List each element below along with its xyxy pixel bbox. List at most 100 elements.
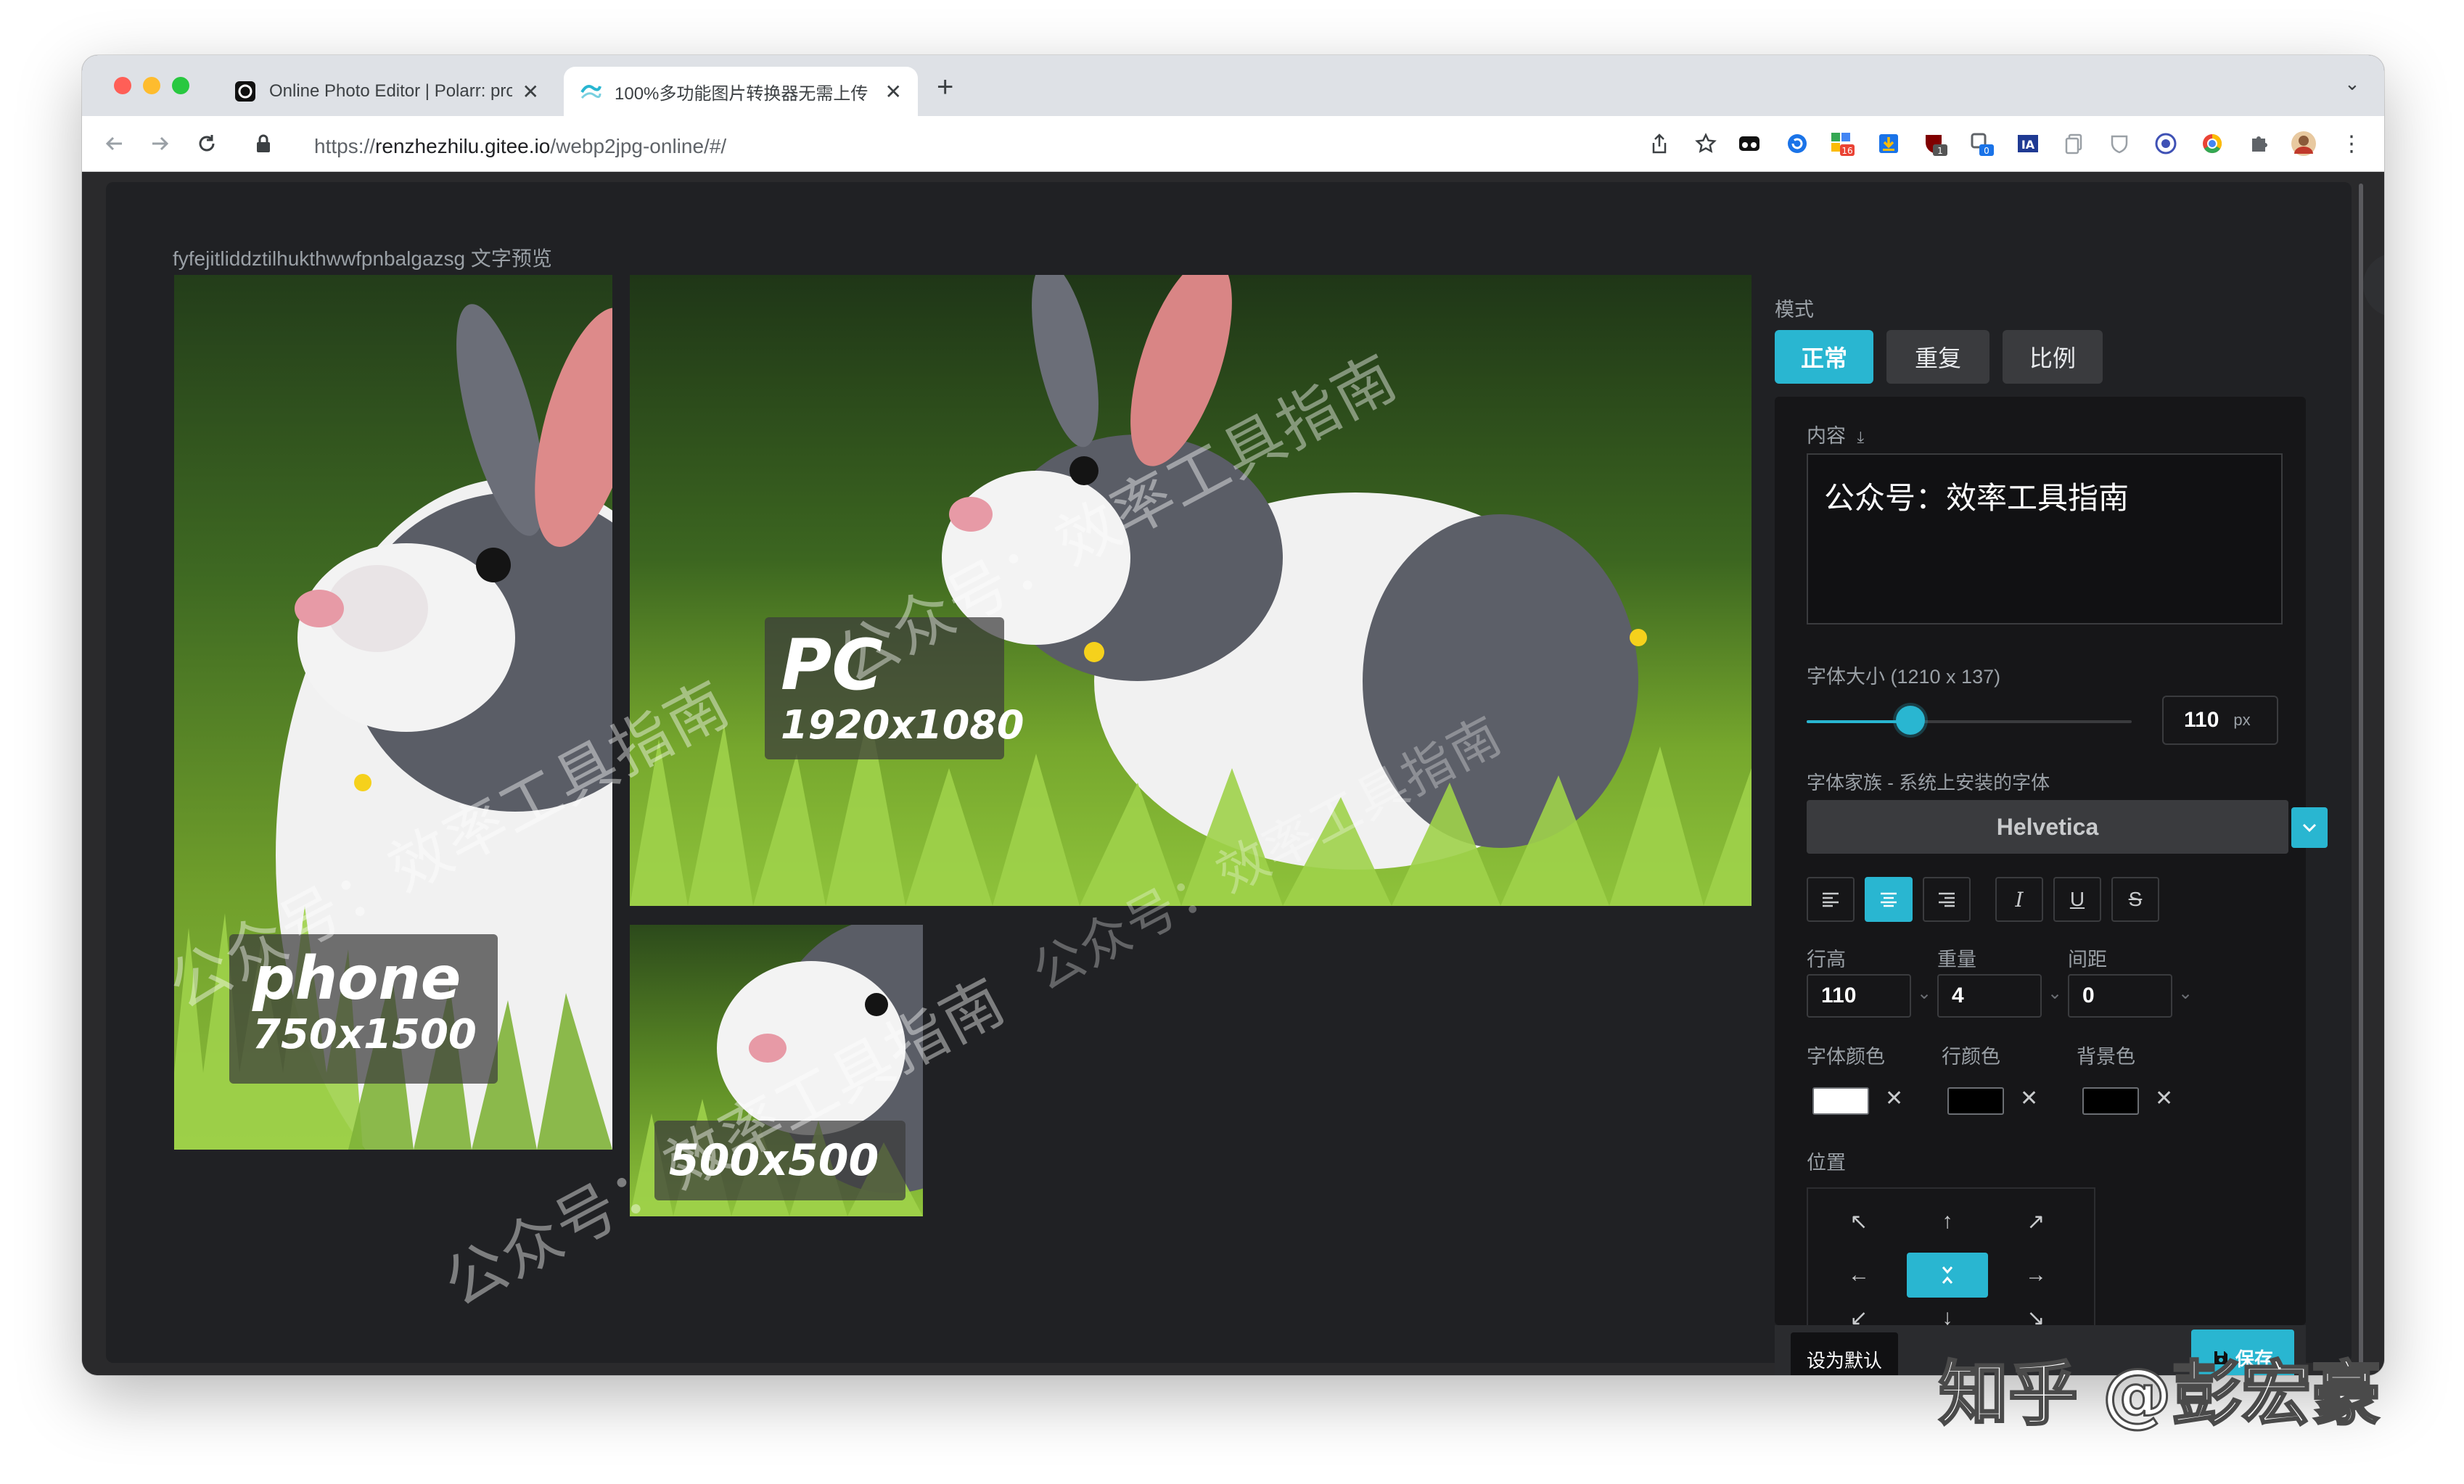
tag-name: PC: [781, 624, 883, 706]
tab-converter[interactable]: 100%多功能图片转换器无需上传 ✕: [564, 67, 918, 116]
address-bar[interactable]: https://renzhezhilu.gitee.io/webp2jpg-on…: [314, 135, 726, 158]
pc-preview-image: [630, 275, 1752, 906]
content-label-text: 内容: [1807, 425, 1846, 447]
tab-title: Online Photo Editor | Polarr: pro: [269, 81, 512, 101]
align-left-icon: [1823, 892, 1839, 907]
content-label: 内容 ⤓: [1807, 420, 1864, 448]
page-content: fyfejitliddztilhukthwwfpnbalgazsg 文字预览 p…: [82, 172, 2384, 1375]
site-watermark: 知乎 @彭宏豪: [1937, 1353, 2381, 1436]
ublock-extension-icon[interactable]: 1: [1922, 131, 1948, 157]
font-color-swatch[interactable]: [1812, 1087, 1869, 1115]
bookmark-star-icon[interactable]: [1688, 126, 1723, 161]
avatar[interactable]: [2291, 131, 2317, 157]
align-left-button[interactable]: [1807, 877, 1855, 922]
shield-extension-icon[interactable]: [2106, 131, 2132, 157]
close-modal-button[interactable]: [2363, 253, 2384, 317]
line-color-swatch[interactable]: [1947, 1087, 2004, 1115]
content-textarea[interactable]: 公众号：效率工具指南: [1807, 453, 2283, 624]
align-center-icon: [1881, 892, 1897, 907]
weight-label: 重量: [1937, 949, 1976, 970]
font-size-input[interactable]: 110 px: [2162, 696, 2278, 745]
browser-window: Online Photo Editor | Polarr: pro ✕ 100%…: [82, 55, 2384, 1375]
clipboard-extension-icon[interactable]: 0: [1968, 131, 1995, 157]
set-default-button[interactable]: 设为默认: [1791, 1332, 1898, 1375]
scrollbar[interactable]: [2359, 184, 2363, 1373]
arrow-up-right-icon[interactable]: ↗: [1995, 1199, 2077, 1244]
chevron-down-icon[interactable]: [2291, 807, 2328, 848]
arrow-up-icon[interactable]: ↑: [1907, 1199, 1988, 1244]
tab-title: 100%多功能图片转换器无需上传: [615, 83, 868, 104]
chevron-down-icon[interactable]: ⌄: [1917, 983, 1931, 1004]
lock-icon[interactable]: [246, 126, 281, 161]
clear-color-icon[interactable]: ✕: [1885, 1086, 1903, 1111]
strikethrough-button[interactable]: S: [2111, 877, 2159, 922]
font-size-label: 字体大小 (1210 x 137): [1807, 666, 2001, 688]
extension-badge: 0: [1984, 146, 1989, 156]
chevron-down-icon[interactable]: ⌄: [2178, 983, 2193, 1004]
align-right-button[interactable]: [1923, 877, 1971, 922]
url-path: /webp2jpg-online/#/: [550, 135, 727, 157]
position-label: 位置: [1807, 1152, 1846, 1174]
center-position-icon[interactable]: [1907, 1253, 1988, 1298]
font-size-slider[interactable]: [1807, 720, 2132, 723]
tag-name: phone: [252, 944, 461, 1013]
new-tab-icon[interactable]: +: [937, 71, 953, 104]
extension-badge: 1: [1937, 146, 1943, 156]
font-color-label: 字体颜色: [1807, 1046, 1885, 1068]
spacing-label: 间距: [2068, 949, 2107, 970]
font-family-select[interactable]: Helvetica: [1807, 800, 2288, 854]
clear-color-icon[interactable]: ✕: [2020, 1086, 2038, 1111]
chevron-down-icon[interactable]: ⌄: [2048, 983, 2062, 1004]
share-icon[interactable]: [1642, 126, 1677, 161]
converter-logo-icon: [580, 81, 601, 102]
url-scheme: https://: [314, 135, 376, 157]
bg-color-swatch[interactable]: [2082, 1087, 2139, 1115]
font-size-unit: px: [2233, 711, 2251, 729]
polarr-logo-icon: [234, 81, 256, 102]
color-extension-icon[interactable]: [2199, 131, 2225, 157]
close-icon: [2383, 273, 2384, 297]
download-extension-icon[interactable]: [1876, 131, 1902, 157]
tab-search-chevron-icon[interactable]: ⌄: [2344, 73, 2360, 95]
refresh-extension-icon[interactable]: [1784, 131, 1810, 157]
phone-size-tag: phone 750x1500: [229, 934, 498, 1084]
align-center-button[interactable]: [1865, 877, 1913, 922]
glasses-extension-icon[interactable]: [1736, 131, 1762, 157]
back-arrow-icon[interactable]: [96, 126, 131, 161]
kebab-menu-icon[interactable]: ⋮: [2338, 131, 2365, 157]
line-height-label: 行高: [1807, 949, 1846, 970]
puzzle-extensions-icon[interactable]: [2246, 131, 2272, 157]
clear-color-icon[interactable]: ✕: [2155, 1086, 2173, 1111]
ia-extension-icon[interactable]: IA: [2015, 131, 2041, 157]
tab-strip: Online Photo Editor | Polarr: pro ✕ 100%…: [82, 55, 2384, 116]
underline-button[interactable]: U: [2053, 877, 2101, 922]
mode-repeat-button[interactable]: 重复: [1886, 330, 1989, 384]
pc-size-tag: PC 1920x1080: [765, 617, 1024, 759]
grid-extension-icon[interactable]: 16: [1829, 131, 1855, 157]
tab-polarr[interactable]: Online Photo Editor | Polarr: pro ✕: [218, 67, 555, 116]
maximize-window-button[interactable]: [172, 77, 189, 94]
font-size-value: 110: [2184, 708, 2219, 732]
circle-extension-icon[interactable]: [2153, 131, 2179, 157]
close-tab-icon[interactable]: ✕: [522, 80, 539, 104]
mode-normal-button[interactable]: 正常: [1775, 330, 1873, 384]
watermark-modal: fyfejitliddztilhukthwwfpnbalgazsg 文字预览 p…: [106, 182, 2352, 1375]
close-window-button[interactable]: [114, 77, 131, 94]
line-height-input[interactable]: 110: [1807, 974, 1911, 1018]
arrow-left-icon[interactable]: ←: [1818, 1253, 1900, 1298]
close-tab-icon[interactable]: ✕: [885, 80, 902, 104]
download-icon[interactable]: ⤓: [1857, 428, 1865, 446]
copy-extension-icon[interactable]: [2061, 131, 2087, 157]
minimize-window-button[interactable]: [143, 77, 160, 94]
arrow-up-left-icon[interactable]: ↖: [1818, 1199, 1900, 1244]
mode-ratio-button[interactable]: 比例: [2003, 330, 2103, 384]
italic-button[interactable]: I: [1995, 877, 2043, 922]
tag-size: 750x1500: [252, 1011, 477, 1058]
browser-toolbar: https://renzhezhilu.gitee.io/webp2jpg-on…: [82, 116, 2384, 172]
font-size-slider-fill: [1807, 720, 1911, 723]
arrow-right-icon[interactable]: →: [1995, 1253, 2077, 1298]
forward-arrow-icon[interactable]: [143, 126, 178, 161]
reload-icon[interactable]: [189, 126, 224, 161]
weight-input[interactable]: 4: [1937, 974, 2042, 1018]
spacing-input[interactable]: 0: [2068, 974, 2172, 1018]
